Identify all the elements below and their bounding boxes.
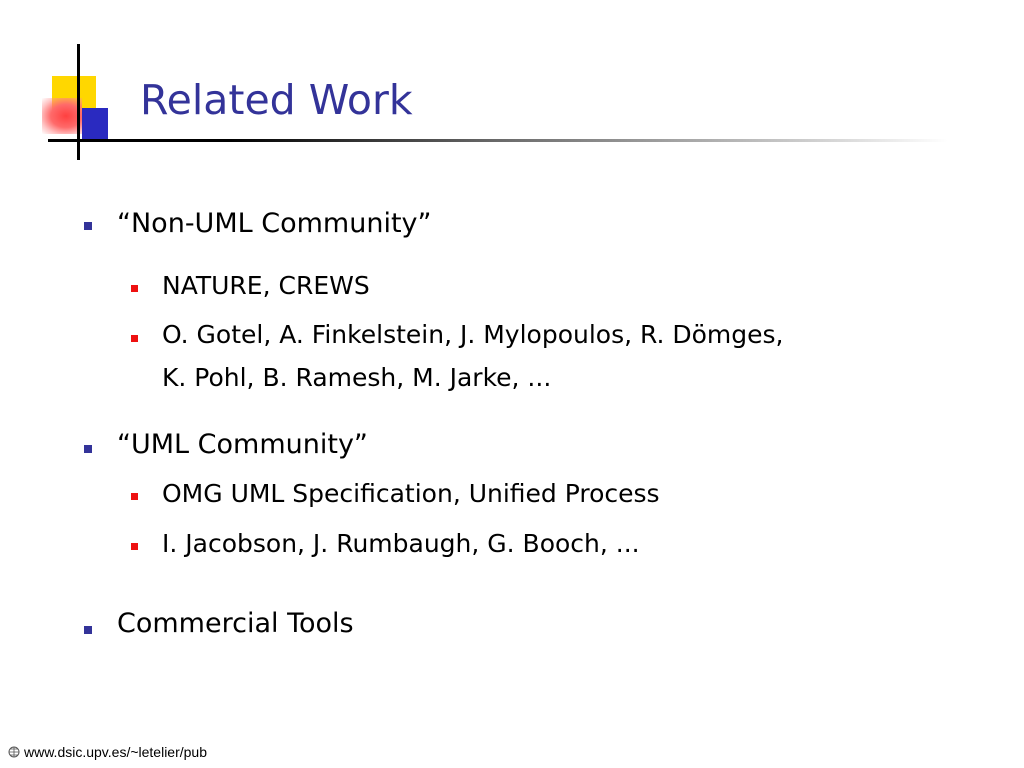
slide-footer: www.dsic.upv.es/~letelier/pub [8, 744, 207, 760]
footer-url[interactable]: www.dsic.upv.es/~letelier/pub [24, 744, 207, 760]
list-item-omg-uml: OMG UML Specification, Unified Process [162, 479, 660, 508]
level2-bullet-icon [131, 335, 138, 342]
level2-bullet-icon [131, 285, 138, 292]
section-heading-non-uml: “Non-UML Community” [117, 208, 432, 239]
list-item-uml-authors: I. Jacobson, J. Rumbaugh, G. Booch, ... [162, 529, 640, 558]
slide-body: “Non-UML Community” NATURE, CREWS O. Got… [0, 0, 1024, 768]
section-heading-commercial-tools: Commercial Tools [117, 608, 354, 639]
level1-bullet-icon [84, 445, 92, 453]
section-heading-uml: “UML Community” [117, 429, 368, 460]
level1-bullet-icon [84, 222, 92, 230]
level2-bullet-icon [131, 543, 138, 550]
web-globe-icon [8, 745, 20, 758]
list-item-nature-crews: NATURE, CREWS [162, 271, 370, 300]
level2-bullet-icon [131, 493, 138, 500]
list-item-authors-line2: K. Pohl, B. Ramesh, M. Jarke, ... [162, 363, 552, 392]
level1-bullet-icon [84, 626, 92, 634]
list-item-authors-line1: O. Gotel, A. Finkelstein, J. Mylopoulos,… [162, 320, 784, 349]
